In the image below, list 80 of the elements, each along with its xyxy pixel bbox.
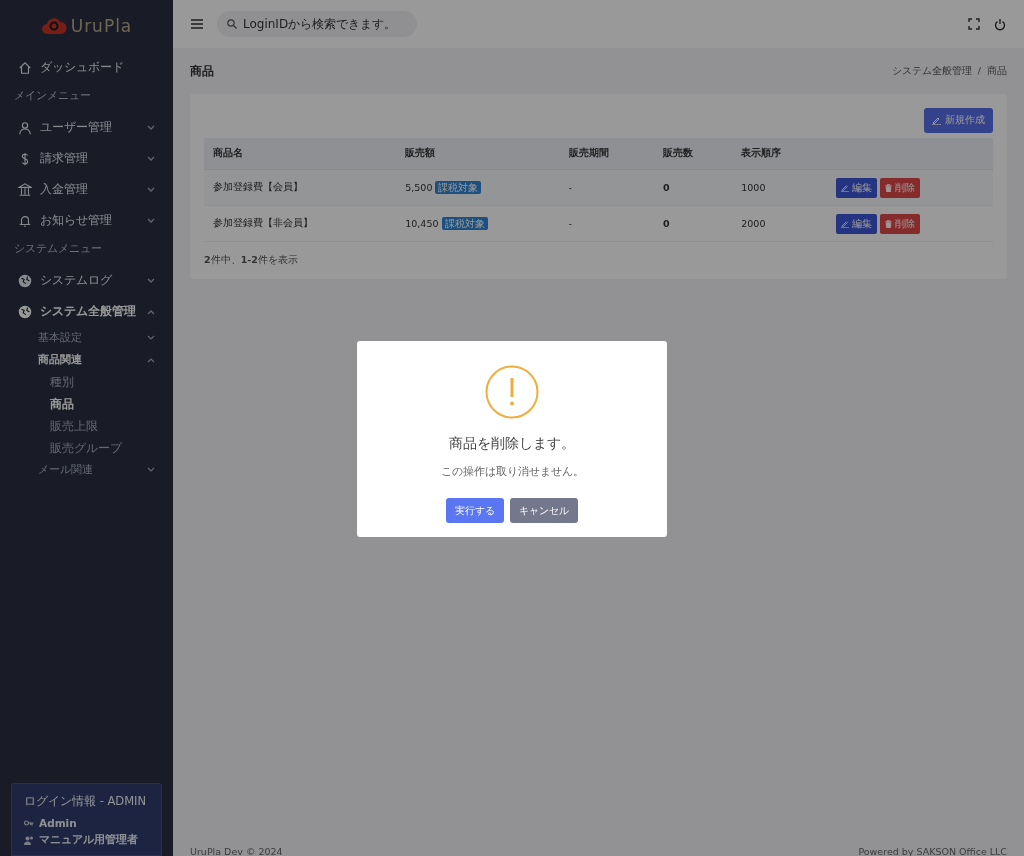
edit-button[interactable]: 編集 (835, 213, 877, 234)
chevron-icon (147, 186, 155, 193)
footer-copyright: UruPla Dev © 2024 (190, 846, 283, 856)
edit-button[interactable]: 編集 (835, 177, 877, 198)
chevron-icon (147, 277, 155, 284)
key-icon (24, 820, 34, 826)
submenu-link[interactable]: 商品 (0, 393, 173, 415)
table-cell: 参加登録費【会員】 (204, 169, 397, 206)
column-header: 販売額 (396, 138, 560, 170)
column-header: 商品名 (204, 138, 397, 170)
trash-icon (884, 219, 892, 228)
page-title: 商品 (190, 62, 214, 80)
menu-icon[interactable] (191, 19, 203, 29)
table-cell: 2000 (732, 205, 827, 242)
table-cell: 10,450 (405, 217, 439, 229)
logo-text: UruPla (70, 16, 133, 36)
delete-button[interactable]: 削除 (879, 213, 920, 234)
pagination-summary: 2件中、1-2件を表示 (204, 253, 299, 267)
submenu-link[interactable]: 販売グループ (0, 437, 173, 459)
chevron-icon (147, 467, 155, 473)
chevron-icon (147, 357, 155, 363)
sidebar-item[interactable]: 請求管理 (0, 143, 173, 174)
sidebar-item[interactable]: 入金管理 (0, 174, 173, 205)
user-icon (18, 120, 32, 135)
search-field[interactable]: LoginIDから検索できます。 (217, 11, 417, 37)
sidebar-item[interactable]: お知らせ管理 (0, 205, 173, 236)
login-info-title: ログイン情報 - ADMIN (24, 794, 148, 809)
submenu-link[interactable]: 種別 (0, 371, 173, 393)
chevron-icon (147, 335, 155, 341)
cloud-logo-icon (40, 16, 67, 36)
menu-section-heading: メインメニュー (13, 88, 92, 103)
submenu-item[interactable]: 基本設定 (0, 327, 173, 349)
power-icon[interactable] (994, 17, 1006, 31)
column-header: 販売数 (654, 138, 733, 170)
trash-icon (884, 183, 892, 192)
fullscreen-icon[interactable] (968, 18, 980, 30)
login-role: マニュアル用管理者 (39, 833, 138, 847)
sidebar-item[interactable]: ユーザー管理 (0, 112, 173, 143)
sidebar-item[interactable]: ダッシュボード (0, 52, 173, 83)
submenu-item[interactable]: 商品関連 (0, 349, 173, 371)
new-button[interactable]: 新規作成 (924, 108, 993, 133)
delete-button[interactable]: 削除 (879, 177, 920, 198)
chevron-icon (147, 217, 155, 224)
table-cell: 5,500 (405, 181, 433, 193)
pencil-icon (840, 219, 849, 228)
table-cell: 参加登録費【非会員】 (204, 205, 397, 242)
table-cell: - (559, 169, 655, 206)
chevron-icon (147, 308, 155, 315)
pencil-icon (840, 183, 849, 192)
pencil-icon (932, 116, 941, 125)
tax-badge: 課税対象 (441, 216, 488, 230)
chevron-icon (147, 124, 155, 131)
bell-icon (18, 213, 32, 228)
tax-badge: 課税対象 (435, 180, 482, 194)
globe-icon (18, 273, 32, 288)
sidebar-item[interactable]: システムログ (0, 265, 173, 296)
users-icon (24, 835, 34, 845)
home-icon (18, 60, 32, 75)
breadcrumb-item: 商品 (987, 64, 1007, 78)
login-user: Admin (39, 817, 77, 829)
bank-icon (18, 182, 32, 197)
column-header: 販売期間 (559, 138, 655, 170)
table-cell: 0 (654, 169, 733, 206)
breadcrumb-separator: / (977, 64, 981, 78)
menu-section-heading: システムメニュー (13, 241, 103, 256)
confirm-button[interactable]: 実行する (446, 498, 504, 523)
dialog-message: この操作は取り消せません。 (440, 465, 584, 479)
table-cell: 1000 (732, 169, 827, 206)
sidebar-item[interactable]: システム全般管理 (0, 296, 173, 327)
table-cell: 0 (654, 205, 733, 242)
warning-icon (485, 365, 539, 419)
breadcrumb-item[interactable]: システム全般管理 (891, 64, 972, 78)
dialog-title: 商品を削除します。 (449, 435, 575, 453)
table-cell: - (559, 205, 655, 242)
submenu-item[interactable]: メール関連 (0, 459, 173, 481)
footer-credit: Powered by SAKSON Office LLC (858, 846, 1007, 856)
column-header: 表示順序 (732, 138, 827, 170)
cancel-button[interactable]: キャンセル (510, 498, 578, 523)
chevron-icon (147, 155, 155, 162)
globe-icon (18, 304, 32, 319)
